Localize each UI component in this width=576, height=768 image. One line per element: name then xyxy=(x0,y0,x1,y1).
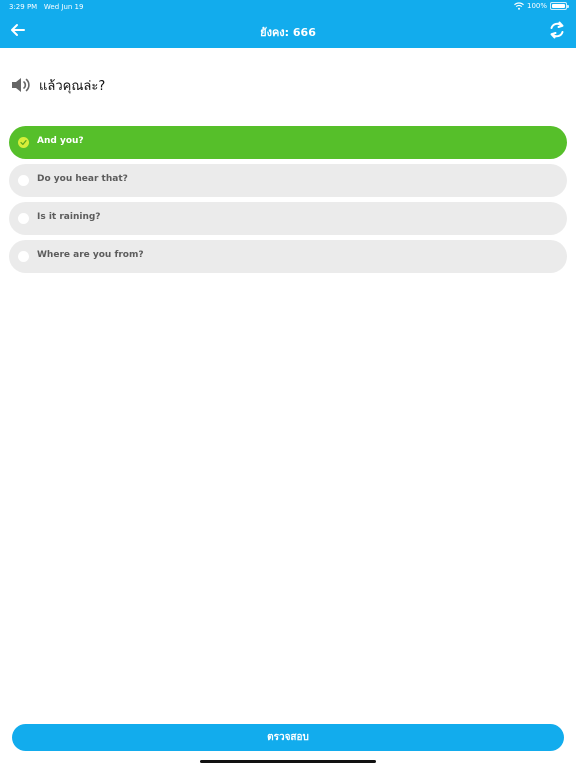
answer-label: Do you hear that? xyxy=(37,174,128,184)
home-indicator xyxy=(200,760,376,763)
battery-fill xyxy=(552,4,565,8)
check-icon xyxy=(20,140,27,145)
answer-label: Is it raining? xyxy=(37,212,101,222)
page-title: ยังคง: 666 xyxy=(260,26,316,39)
status-time: 3:29 PM Wed Jun 19 xyxy=(9,3,83,11)
answer-list: And you? Do you hear that? Is it raining… xyxy=(9,126,567,278)
status-bar: 3:29 PM Wed Jun 19 100% xyxy=(0,0,576,14)
answer-option[interactable]: Do you hear that? xyxy=(9,164,567,197)
answer-label: Where are you from? xyxy=(37,250,144,260)
refresh-button[interactable] xyxy=(546,18,568,42)
speaker-icon[interactable] xyxy=(10,74,32,96)
answer-option[interactable]: And you? xyxy=(9,126,567,159)
radio-unselected xyxy=(18,213,29,224)
nav-bar: ยังคง: 666 xyxy=(0,14,576,48)
answer-option[interactable]: Where are you from? xyxy=(9,240,567,273)
status-time-value: 3:29 PM xyxy=(9,3,38,11)
battery-tip xyxy=(567,5,569,8)
question-text: แล้วคุณล่ะ? xyxy=(39,78,106,94)
check-button[interactable]: ตรวจสอบ xyxy=(12,724,564,751)
question-row: แล้วคุณล่ะ? xyxy=(10,73,105,97)
battery-icon xyxy=(550,2,569,10)
refresh-icon xyxy=(550,21,564,39)
radio-unselected xyxy=(18,251,29,262)
battery-percent: 100% xyxy=(526,2,547,10)
radio-selected xyxy=(18,137,29,148)
status-date: Wed Jun 19 xyxy=(43,3,84,11)
answer-label: And you? xyxy=(37,136,84,146)
status-indicators: 100% xyxy=(514,2,569,10)
answer-option[interactable]: Is it raining? xyxy=(9,202,567,235)
wifi-icon xyxy=(514,2,524,10)
radio-unselected xyxy=(18,175,29,186)
